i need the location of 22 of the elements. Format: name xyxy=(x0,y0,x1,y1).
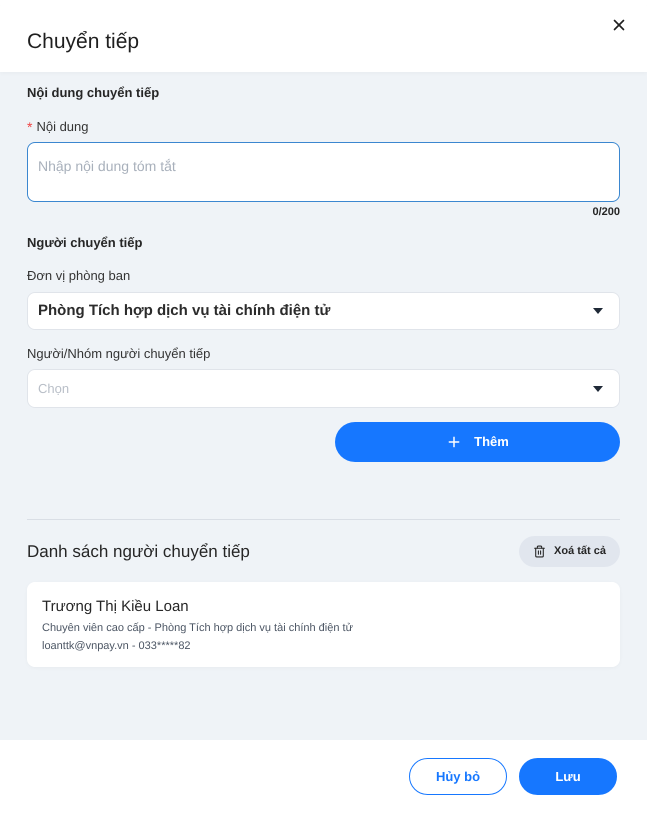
person-position: Chuyên viên cao cấp - Phòng Tích hợp dịch vụ tài chính điện tử xyxy=(42,621,354,636)
field-label: Nội dung xyxy=(36,118,88,136)
trash-icon xyxy=(533,545,546,558)
summary-textarea[interactable]: Nhập nội dung tóm tắt xyxy=(27,142,620,202)
list-title: Danh sách người chuyển tiếp xyxy=(27,540,250,562)
add-button[interactable]: Thêm xyxy=(335,422,620,462)
department-select[interactable]: Phòng Tích hợp dịch vụ tài chính điện tử xyxy=(27,292,620,330)
person-contact: loanttk@vnpay.vn - 033*****82 xyxy=(42,639,192,654)
clear-all-button[interactable]: Xoá tất cả xyxy=(519,536,620,567)
dialog-title: Chuyển tiếp xyxy=(27,29,140,55)
field-label: Người/Nhóm người chuyển tiếp xyxy=(27,345,212,363)
caret-down-icon xyxy=(593,308,603,314)
field-label: Đơn vị phòng ban xyxy=(27,267,132,285)
character-counter: 0/200 xyxy=(592,205,620,219)
required-asterisk: * xyxy=(27,118,32,137)
caret-down-icon xyxy=(593,386,603,392)
person-name: Trương Thị Kiều Loan xyxy=(42,597,190,617)
section-heading: Nội dung chuyển tiếp xyxy=(27,84,160,102)
plus-icon xyxy=(446,434,462,450)
save-button[interactable]: Lưu xyxy=(519,758,617,795)
cancel-button[interactable]: Hủy bỏ xyxy=(409,758,507,795)
section-heading: Người chuyển tiếp xyxy=(27,234,144,252)
